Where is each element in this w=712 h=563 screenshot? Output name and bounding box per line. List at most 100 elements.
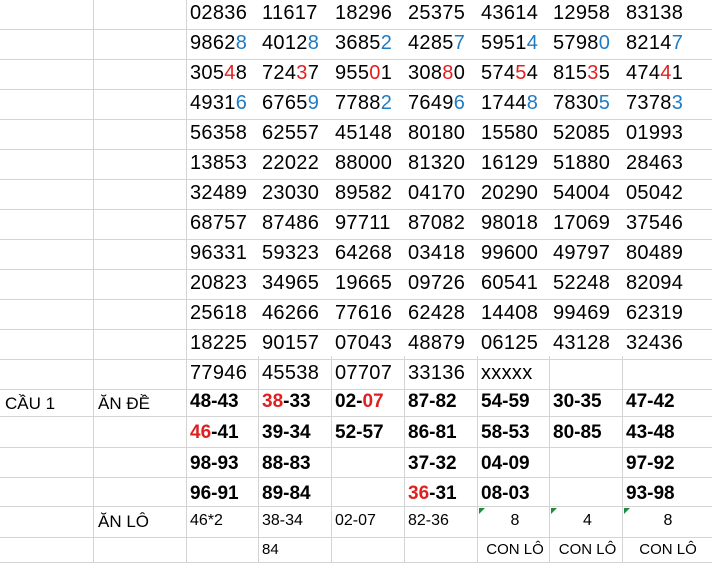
number-cell[interactable]: 42857	[408, 33, 465, 53]
de-pair-cell[interactable]: 38-33	[262, 391, 311, 413]
number-cell[interactable]: 87082	[408, 213, 465, 233]
number-cell[interactable]: 30548	[190, 63, 247, 83]
number-cell[interactable]: 67659	[262, 93, 319, 113]
number-cell[interactable]: 80180	[408, 123, 465, 143]
number-cell[interactable]: 43614	[481, 3, 538, 23]
number-cell[interactable]: 07707	[335, 363, 392, 383]
number-cell[interactable]: 20290	[481, 183, 538, 203]
lo-cell[interactable]: 8	[624, 512, 712, 530]
number-cell[interactable]: 25618	[190, 303, 247, 323]
number-cell[interactable]: 23030	[262, 183, 319, 203]
number-cell[interactable]: 12958	[553, 3, 610, 23]
number-cell[interactable]: 52085	[553, 123, 610, 143]
number-cell[interactable]: 64268	[335, 243, 392, 263]
number-cell[interactable]: 32436	[626, 333, 683, 353]
number-cell[interactable]: 51880	[553, 153, 610, 173]
number-cell[interactable]: 96331	[190, 243, 247, 263]
number-cell[interactable]: 98628	[190, 33, 247, 53]
number-cell[interactable]: 48879	[408, 333, 465, 353]
number-cell[interactable]: 56358	[190, 123, 247, 143]
bottom-cell[interactable]: CON LÔ	[551, 541, 624, 558]
de-pair-cell[interactable]: 46-41	[190, 422, 239, 444]
bottom-cell[interactable]: 84	[260, 541, 333, 558]
number-cell[interactable]: 90157	[262, 333, 319, 353]
de-pair-cell[interactable]: 58-53	[481, 422, 530, 444]
number-cell[interactable]: 06125	[481, 333, 538, 353]
lo-cell[interactable]: 82-36	[406, 512, 479, 530]
de-pair-cell[interactable]: 97-92	[626, 453, 675, 475]
number-cell[interactable]: 62319	[626, 303, 683, 323]
de-pair-cell[interactable]: 48-43	[190, 391, 239, 413]
number-cell[interactable]: 57454	[481, 63, 538, 83]
number-cell[interactable]: 17069	[553, 213, 610, 233]
number-cell[interactable]: 49797	[553, 243, 610, 263]
number-cell[interactable]: 99469	[553, 303, 610, 323]
number-cell[interactable]: 83138	[626, 3, 683, 23]
number-cell[interactable]: 62428	[408, 303, 465, 323]
number-cell[interactable]: 47441	[626, 63, 683, 83]
number-cell[interactable]: 77616	[335, 303, 392, 323]
number-cell[interactable]: 16129	[481, 153, 538, 173]
number-cell[interactable]: 28463	[626, 153, 683, 173]
number-cell[interactable]: 60541	[481, 273, 538, 293]
number-cell[interactable]: 36852	[335, 33, 392, 53]
number-cell[interactable]: 73783	[626, 93, 683, 113]
number-cell[interactable]: 77882	[335, 93, 392, 113]
number-cell[interactable]: 17448	[481, 93, 538, 113]
number-cell[interactable]: 04170	[408, 183, 465, 203]
number-cell[interactable]: 81535	[553, 63, 610, 83]
number-cell[interactable]: 22022	[262, 153, 319, 173]
de-pair-cell[interactable]: 54-59	[481, 391, 530, 413]
number-cell[interactable]: 45148	[335, 123, 392, 143]
number-cell[interactable]: 57980	[553, 33, 610, 53]
number-cell[interactable]: 30880	[408, 63, 465, 83]
de-pair-cell[interactable]: 02-07	[335, 391, 384, 413]
an-de-label[interactable]: ĂN ĐỀ	[98, 394, 150, 414]
lo-cell[interactable]: 38-34	[260, 512, 333, 530]
de-pair-cell[interactable]: 86-81	[408, 422, 457, 444]
number-cell[interactable]: 89582	[335, 183, 392, 203]
number-cell[interactable]: 72437	[262, 63, 319, 83]
cau-label[interactable]: CẦU 1	[5, 394, 55, 414]
de-pair-cell[interactable]: 30-35	[553, 391, 602, 413]
number-cell[interactable]: 98018	[481, 213, 538, 233]
lo-cell[interactable]: 46*2	[188, 512, 260, 530]
number-cell[interactable]: 81320	[408, 153, 465, 173]
number-cell[interactable]: 59323	[262, 243, 319, 263]
number-cell[interactable]: 99600	[481, 243, 538, 263]
lo-cell[interactable]: 02-07	[333, 512, 406, 530]
lo-cell[interactable]: 4	[551, 512, 624, 530]
an-lo-label[interactable]: ĂN LÔ	[98, 512, 149, 532]
de-pair-cell[interactable]: 04-09	[481, 453, 530, 475]
de-pair-cell[interactable]: 88-83	[262, 453, 311, 475]
number-cell[interactable]: 59514	[481, 33, 538, 53]
number-cell[interactable]: 34965	[262, 273, 319, 293]
de-pair-cell[interactable]: 39-34	[262, 422, 311, 444]
number-cell[interactable]: 02836	[190, 3, 247, 23]
de-pair-cell[interactable]: 89-84	[262, 483, 311, 505]
number-cell[interactable]: 14408	[481, 303, 538, 323]
number-cell[interactable]: 01993	[626, 123, 683, 143]
number-cell[interactable]: xxxxx	[481, 363, 533, 383]
number-cell[interactable]: 19665	[335, 273, 392, 293]
number-cell[interactable]: 09726	[408, 273, 465, 293]
number-cell[interactable]: 49316	[190, 93, 247, 113]
number-cell[interactable]: 82147	[626, 33, 683, 53]
de-pair-cell[interactable]: 98-93	[190, 453, 239, 475]
bottom-cell[interactable]: CON LÔ	[479, 541, 551, 558]
de-pair-cell[interactable]: 87-82	[408, 391, 457, 413]
number-cell[interactable]: 97711	[335, 213, 391, 233]
number-cell[interactable]: 77946	[190, 363, 247, 383]
de-pair-cell[interactable]: 37-32	[408, 453, 457, 475]
number-cell[interactable]: 05042	[626, 183, 683, 203]
lo-cell[interactable]: 8	[479, 512, 551, 530]
number-cell[interactable]: 18296	[335, 3, 392, 23]
number-cell[interactable]: 25375	[408, 3, 465, 23]
number-cell[interactable]: 62557	[262, 123, 319, 143]
number-cell[interactable]: 80489	[626, 243, 683, 263]
de-pair-cell[interactable]: 36-31	[408, 483, 457, 505]
number-cell[interactable]: 07043	[335, 333, 392, 353]
number-cell[interactable]: 68757	[190, 213, 247, 233]
de-pair-cell[interactable]: 08-03	[481, 483, 530, 505]
bottom-cell[interactable]: CON LÔ	[624, 541, 712, 558]
